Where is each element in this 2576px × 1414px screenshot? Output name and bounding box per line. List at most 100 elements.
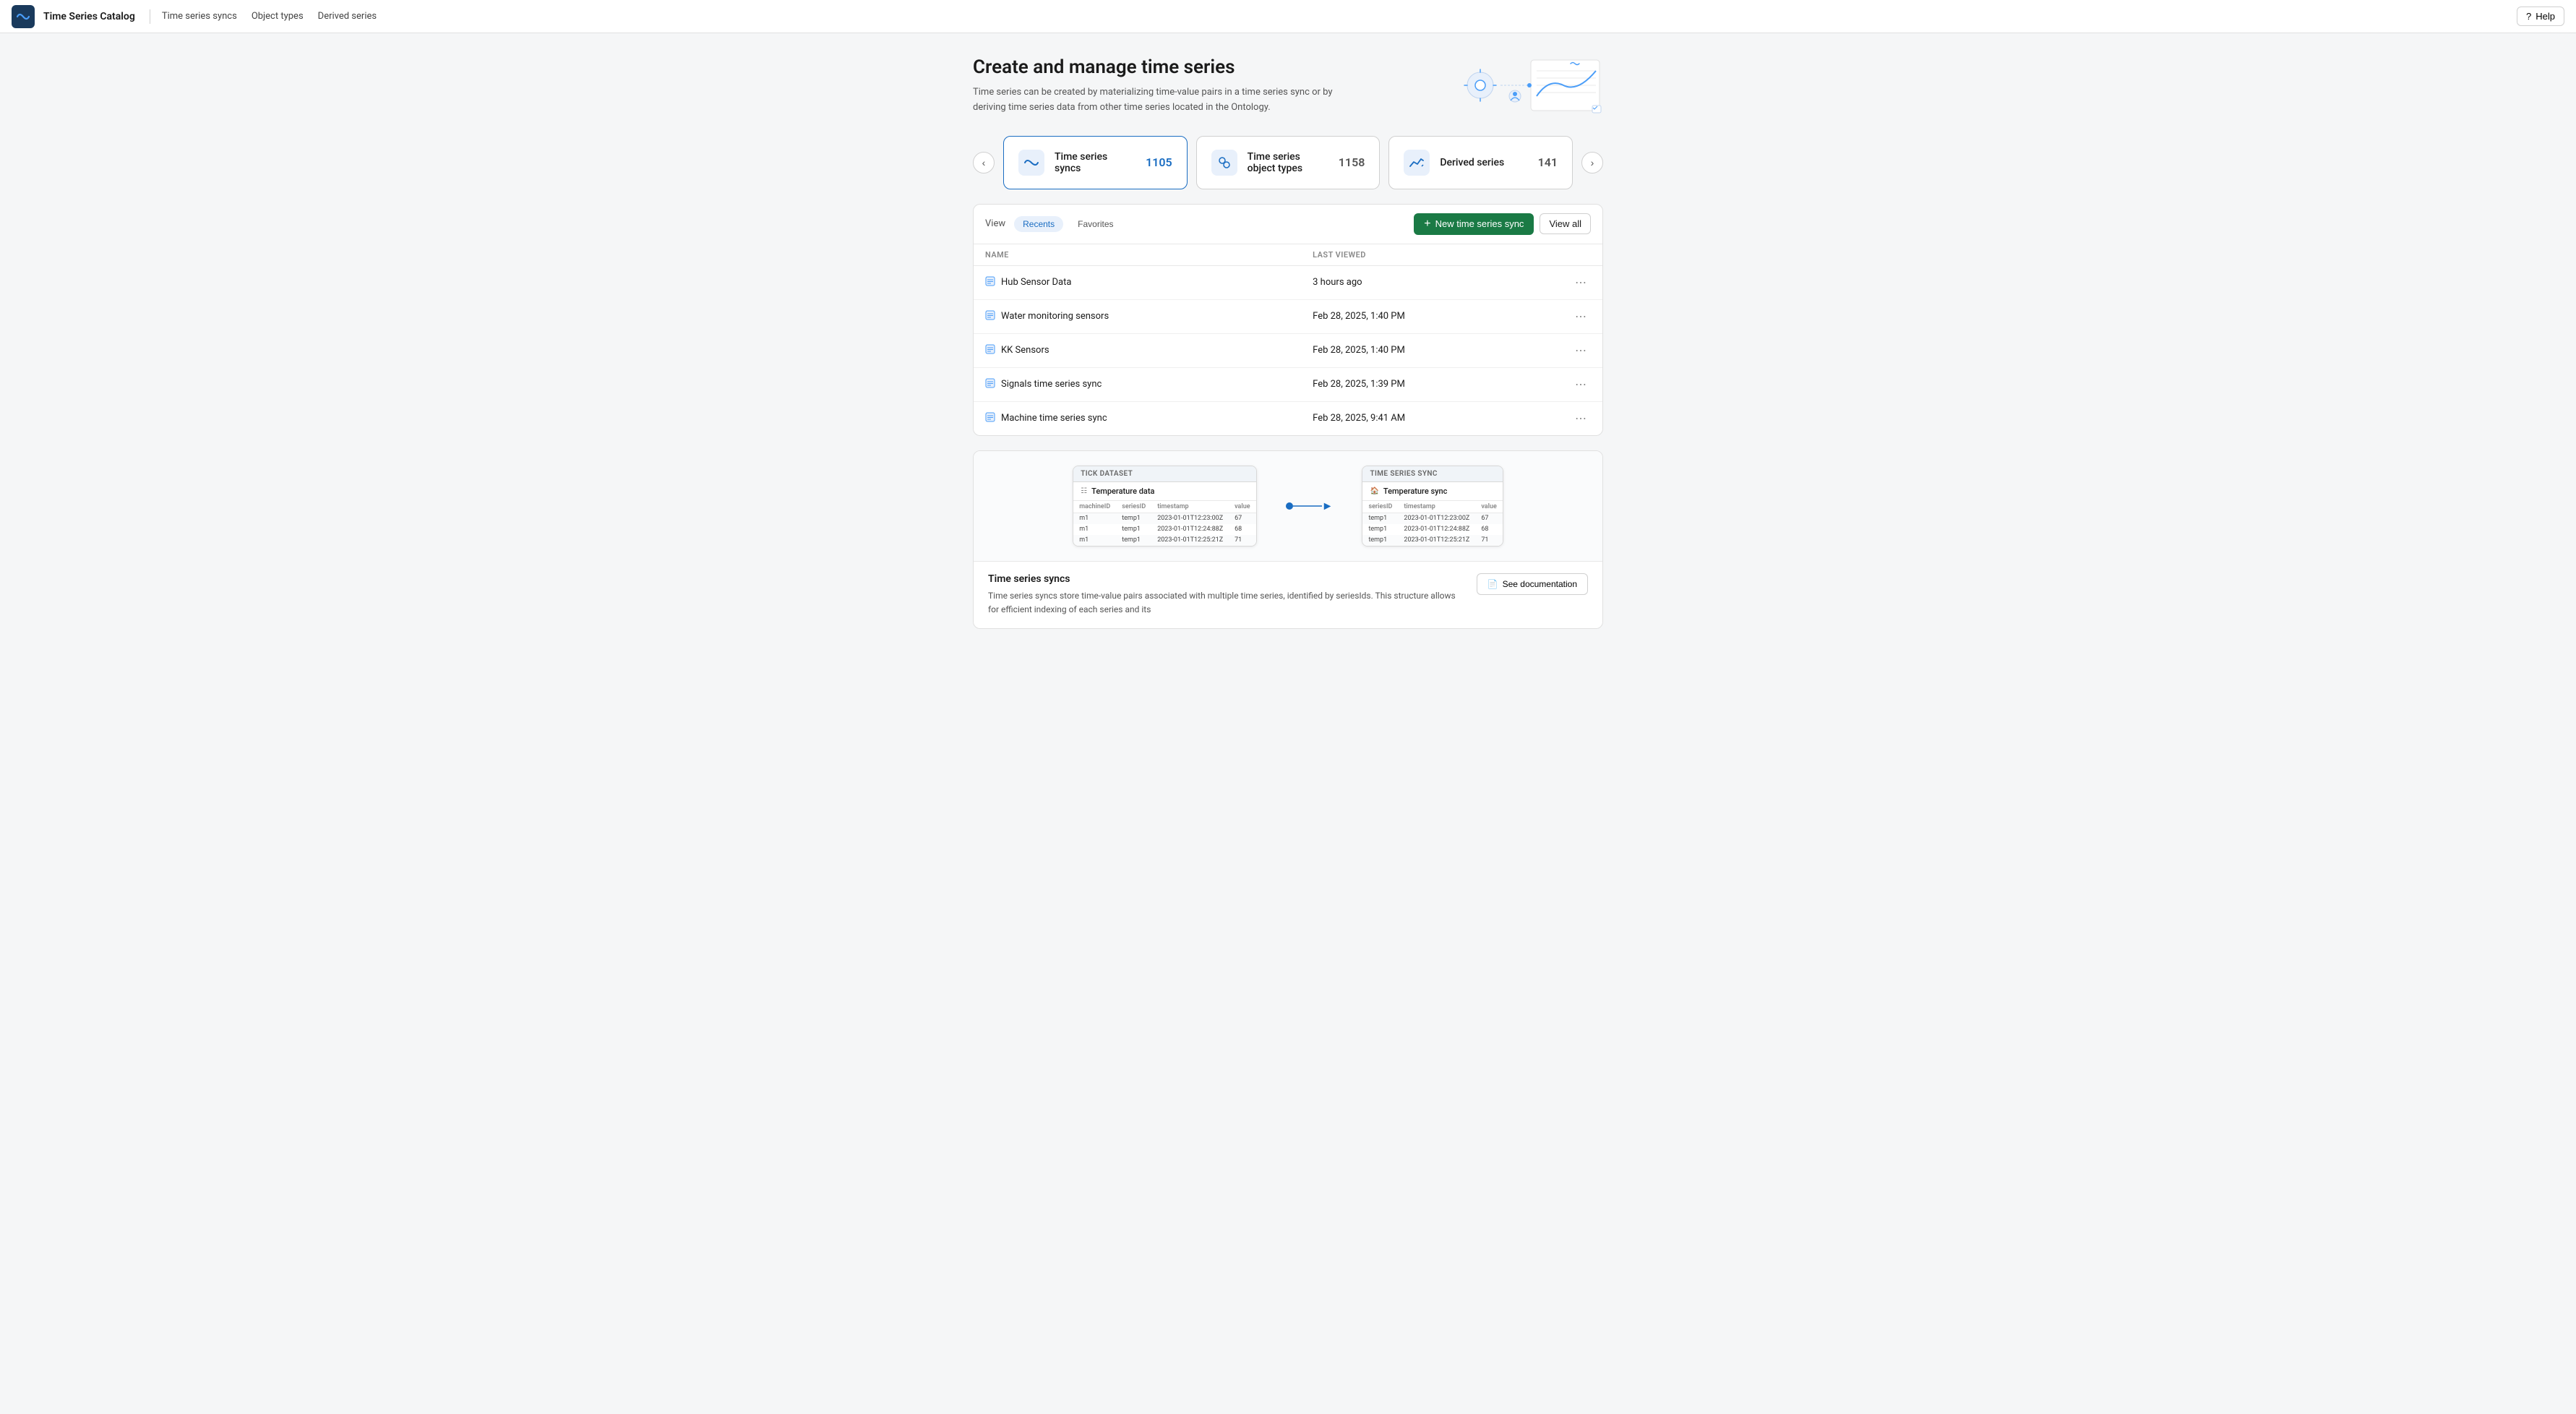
row-last-viewed: Feb 28, 2025, 9:41 AM xyxy=(1301,401,1559,435)
bottom-title: Time series syncs xyxy=(988,573,1462,585)
diagram-cell: 2023-01-01T12:23:00Z xyxy=(1398,513,1475,524)
syncs-table: NAME LAST VIEWED Hub Sens xyxy=(974,244,1602,435)
diagram-cell: 67 xyxy=(1229,513,1255,524)
cards-row: ‹ Time series syncs 1105 Time series obj… xyxy=(973,136,1603,189)
table-row[interactable]: Machine time series sync Feb 28, 2025, 9… xyxy=(974,401,1602,435)
diagram-col: timestamp xyxy=(1151,501,1229,513)
object-types-card-count: 1158 xyxy=(1339,155,1365,169)
time-series-sync-box: TIME SERIES SYNC 🏠 Temperature sync seri… xyxy=(1362,466,1503,547)
help-button[interactable]: ? Help xyxy=(2517,7,2564,26)
nav-link-derived[interactable]: Derived series xyxy=(318,8,377,25)
diagram-col: seriesID xyxy=(1362,501,1398,513)
diagram-cell: temp1 xyxy=(1362,524,1398,535)
row-more-button[interactable]: ⋯ xyxy=(1571,376,1591,393)
table-panel: View Recents Favorites + New time series… xyxy=(973,204,1603,436)
row-more-button[interactable]: ⋯ xyxy=(1571,274,1591,291)
table-container: NAME LAST VIEWED Hub Sens xyxy=(974,244,1602,435)
hero-illustration xyxy=(1459,56,1603,114)
favorites-tab[interactable]: Favorites xyxy=(1069,216,1122,232)
card-time-series-syncs[interactable]: Time series syncs 1105 xyxy=(1003,136,1188,189)
diagram-cell: temp1 xyxy=(1362,535,1398,546)
row-name-cell: Water monitoring sensors xyxy=(974,299,1301,333)
table-body: Hub Sensor Data 3 hours ago ⋯ Water moni… xyxy=(974,265,1602,435)
diagram-cell: temp1 xyxy=(1362,513,1398,524)
hero-title: Create and manage time series xyxy=(973,56,1363,78)
diagram-cell: 2023-01-01T12:25:21Z xyxy=(1151,535,1229,546)
table-row[interactable]: Water monitoring sensors Feb 28, 2025, 1… xyxy=(974,299,1602,333)
app-logo[interactable] xyxy=(12,5,35,28)
see-documentation-button[interactable]: 📄 See documentation xyxy=(1477,573,1588,595)
row-icon xyxy=(985,412,995,425)
tick-dataset-header: TICK DATASET xyxy=(1073,466,1255,482)
diagram-row: temp12023-01-01T12:25:21Z71 xyxy=(1362,535,1502,546)
diagram-cell: 71 xyxy=(1475,535,1502,546)
row-name-text: Signals time series sync xyxy=(1001,379,1102,390)
row-name-cell: Machine time series sync xyxy=(974,401,1301,435)
card-object-types[interactable]: Time series object types 1158 xyxy=(1196,136,1381,189)
diagram-cell: 2023-01-01T12:24:88Z xyxy=(1151,524,1229,535)
diagram-cell: temp1 xyxy=(1116,524,1151,535)
hero-text: Create and manage time series Time serie… xyxy=(973,56,1363,116)
bottom-section: TICK DATASET ☷ Temperature data machineI… xyxy=(973,450,1603,629)
table-row[interactable]: KK Sensors Feb 28, 2025, 1:40 PM ⋯ xyxy=(974,333,1602,367)
panel-toolbar: View Recents Favorites + New time series… xyxy=(974,205,1602,244)
row-more-button[interactable]: ⋯ xyxy=(1571,342,1591,359)
diagram-cell: 2023-01-01T12:24:88Z xyxy=(1398,524,1475,535)
diagram-col: timestamp xyxy=(1398,501,1475,513)
table-head: NAME LAST VIEWED xyxy=(974,244,1602,266)
time-series-sync-header: TIME SERIES SYNC xyxy=(1362,466,1502,482)
table-row[interactable]: Signals time series sync Feb 28, 2025, 1… xyxy=(974,367,1602,401)
diagram-cell: temp1 xyxy=(1116,513,1151,524)
time-series-sync-title: 🏠 Temperature sync xyxy=(1362,482,1502,501)
derived-series-card-label: Derived series xyxy=(1440,157,1527,168)
view-all-button[interactable]: View all xyxy=(1540,213,1591,234)
nav-links: Time series syncs Object types Derived s… xyxy=(162,8,377,25)
row-name-text: Machine time series sync xyxy=(1001,413,1107,424)
diagram-col: value xyxy=(1475,501,1502,513)
prev-card-button[interactable]: ‹ xyxy=(973,152,995,173)
card-derived-series[interactable]: Derived series 141 xyxy=(1388,136,1573,189)
help-icon: ? xyxy=(2526,11,2531,22)
object-types-card-label: Time series object types xyxy=(1248,151,1328,174)
nav-link-objects[interactable]: Object types xyxy=(252,8,304,25)
row-last-viewed: 3 hours ago xyxy=(1301,265,1559,299)
diagram-row: temp12023-01-01T12:24:88Z68 xyxy=(1362,524,1502,535)
topnav: Time Series Catalog Time series syncs Ob… xyxy=(0,0,2576,33)
row-actions-cell: ⋯ xyxy=(1559,401,1602,435)
bottom-text-area: Time series syncs Time series syncs stor… xyxy=(974,562,1602,628)
hero-section: Create and manage time series Time serie… xyxy=(973,56,1603,116)
bottom-description: Time series syncs store time-value pairs… xyxy=(988,589,1462,617)
derived-series-card-count: 141 xyxy=(1538,155,1558,169)
new-time-series-sync-button[interactable]: + New time series sync xyxy=(1414,213,1534,235)
diagram-row: m1temp12023-01-01T12:25:21Z71 xyxy=(1073,535,1255,546)
tick-dataset-box: TICK DATASET ☷ Temperature data machineI… xyxy=(1073,466,1256,547)
nav-link-syncs[interactable]: Time series syncs xyxy=(162,8,237,25)
row-actions-cell: ⋯ xyxy=(1559,333,1602,367)
recents-tab[interactable]: Recents xyxy=(1014,216,1063,232)
next-card-button[interactable]: › xyxy=(1581,152,1603,173)
syncs-card-label: Time series syncs xyxy=(1055,151,1135,174)
row-name-text: KK Sensors xyxy=(1001,345,1049,356)
row-more-button[interactable]: ⋯ xyxy=(1571,410,1591,427)
bottom-text: Time series syncs Time series syncs stor… xyxy=(988,573,1462,617)
row-last-viewed: Feb 28, 2025, 1:40 PM xyxy=(1301,333,1559,367)
col-last-viewed: LAST VIEWED xyxy=(1301,244,1559,266)
time-series-sync-table: seriesIDtimestampvalue temp12023-01-01T1… xyxy=(1362,501,1502,546)
view-label: View xyxy=(985,218,1005,229)
row-icon xyxy=(985,276,995,289)
col-actions xyxy=(1559,244,1602,266)
diagram-cell: 2023-01-01T12:25:21Z xyxy=(1398,535,1475,546)
diagram-cell: temp1 xyxy=(1116,535,1151,546)
diagram-col: value xyxy=(1229,501,1255,513)
new-btn-label: New time series sync xyxy=(1435,218,1524,229)
row-more-button[interactable]: ⋯ xyxy=(1571,308,1591,325)
app-title: Time Series Catalog xyxy=(43,11,135,22)
row-name-cell: KK Sensors xyxy=(974,333,1301,367)
diagram-cell: m1 xyxy=(1073,513,1116,524)
diagram-connector: ► xyxy=(1286,499,1334,513)
diagram-row: temp12023-01-01T12:23:00Z67 xyxy=(1362,513,1502,524)
table-row[interactable]: Hub Sensor Data 3 hours ago ⋯ xyxy=(974,265,1602,299)
object-types-card-icon xyxy=(1211,150,1237,176)
row-last-viewed: Feb 28, 2025, 1:39 PM xyxy=(1301,367,1559,401)
row-icon xyxy=(985,378,995,391)
